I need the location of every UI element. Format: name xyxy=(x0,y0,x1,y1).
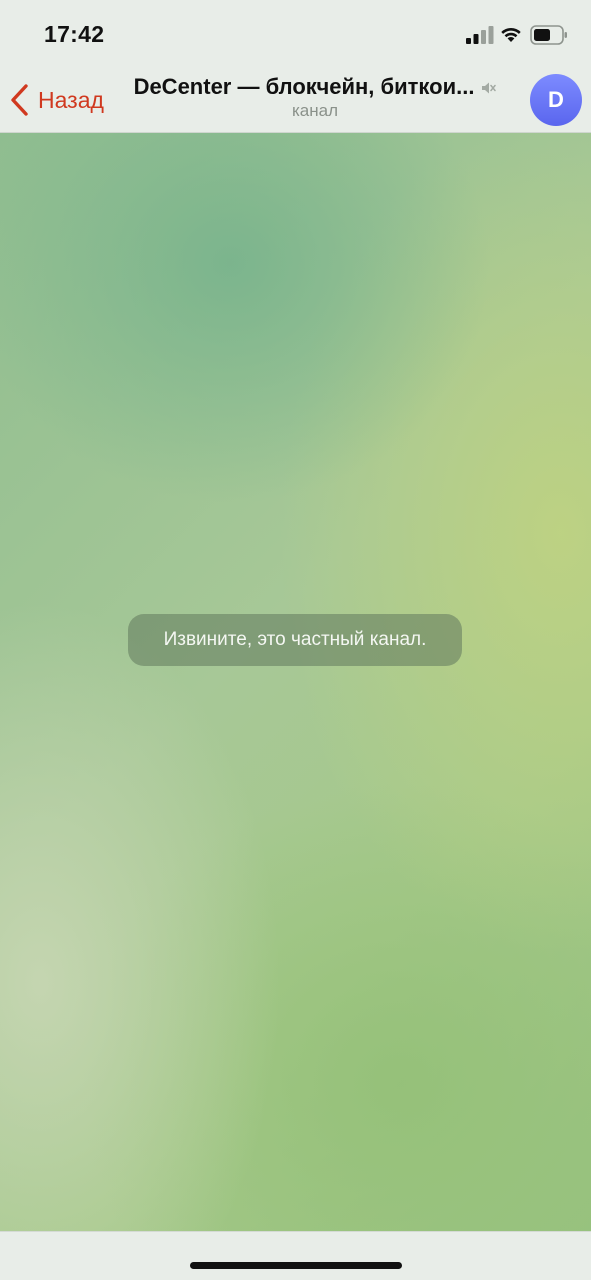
back-button[interactable]: Назад xyxy=(8,80,104,120)
back-label: Назад xyxy=(38,86,104,113)
status-time: 17:42 xyxy=(44,21,105,47)
home-indicator[interactable] xyxy=(190,1262,402,1269)
channel-header[interactable]: DeCenter — блокчейн, биткои... канал xyxy=(110,74,520,121)
chat-background: Извините, это частный канал. xyxy=(0,133,591,1231)
battery-icon xyxy=(530,25,567,45)
status-bar: 17:42 xyxy=(0,0,591,66)
channel-title: DeCenter — блокчейн, биткои... xyxy=(133,74,475,99)
chevron-left-icon xyxy=(11,84,28,116)
screen: 17:42 Назад DeCenter — блокчейн, биткои.… xyxy=(0,0,591,1280)
nav-bar: Назад DeCenter — блокчейн, биткои... кан… xyxy=(0,66,591,133)
private-channel-notice: Извините, это частный канал. xyxy=(128,614,462,666)
signal-icon xyxy=(466,26,494,44)
channel-subtitle: канал xyxy=(291,101,339,120)
wifi-icon xyxy=(501,28,521,42)
bottom-bar xyxy=(0,1231,591,1280)
muted-speaker-icon xyxy=(482,82,497,94)
channel-avatar[interactable]: D xyxy=(530,74,582,126)
